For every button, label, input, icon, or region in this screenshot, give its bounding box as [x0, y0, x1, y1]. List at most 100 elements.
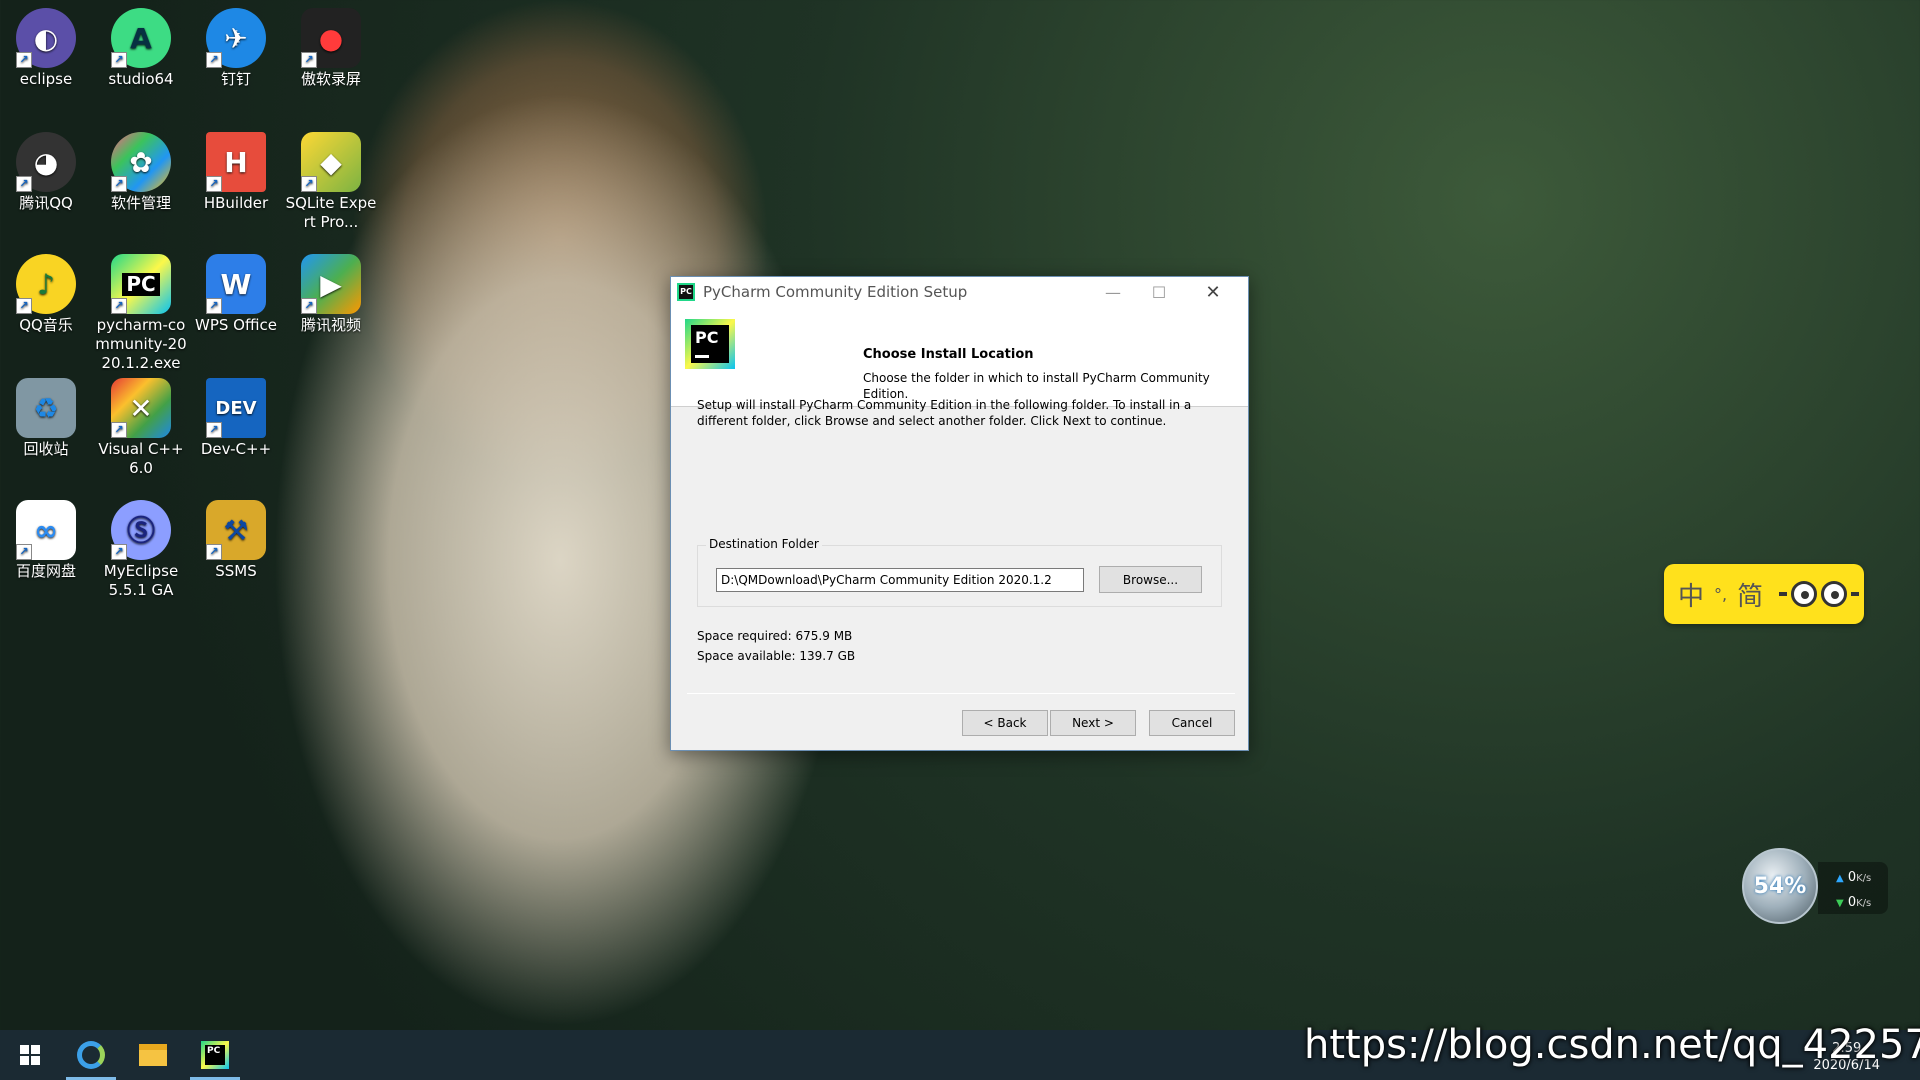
android-studio-icon: A ↗	[111, 8, 171, 68]
dev-cpp-icon: DEV ↗	[206, 378, 266, 438]
desktop-icon-tencent-video[interactable]: ▶ ↗ 腾讯视频	[285, 250, 377, 335]
sqlite-expert-icon: ◆ ↗	[301, 132, 361, 192]
memory-usage-ball[interactable]: 54%	[1742, 848, 1818, 924]
baidu-netdisk-icon: ∞ ↗	[16, 500, 76, 560]
cancel-button[interactable]: Cancel	[1149, 710, 1235, 736]
back-button[interactable]: < Back	[962, 710, 1048, 736]
close-icon: ✕	[1205, 281, 1221, 303]
dingtalk-icon: ✈ ↗	[206, 8, 266, 68]
desktop-icon-qq[interactable]: ◕ ↗ 腾讯QQ	[0, 128, 92, 213]
memory-percent: 54%	[1753, 873, 1807, 899]
ime-toolbar[interactable]: 中 °, 简	[1664, 564, 1864, 624]
desktop-icon-label: WPS Office	[195, 316, 277, 334]
desktop-icon-baidu-netdisk[interactable]: ∞ ↗ 百度网盘	[0, 496, 92, 581]
desktop-icon-screen-recorder[interactable]: ● ↗ 傲软录屏	[285, 4, 377, 89]
close-button[interactable]: ✕	[1190, 277, 1236, 307]
desktop-icon-label: 腾讯视频	[300, 316, 361, 334]
tencent-video-icon: ▶ ↗	[301, 254, 361, 314]
desktop-icon-label: 回收站	[23, 440, 69, 458]
instructions-text: Setup will install PyCharm Community Edi…	[697, 398, 1192, 428]
qq-music-icon: ♪ ↗	[16, 254, 76, 314]
ime-punctuation-toggle[interactable]: °,	[1714, 585, 1727, 604]
pycharm-installer-icon: PC ↗	[111, 254, 171, 314]
desktop-icon-visual-cpp[interactable]: ✕ ↗ Visual C++ 6.0	[95, 374, 187, 478]
desktop-icon-eclipse[interactable]: ◐ ↗ eclipse	[0, 4, 92, 89]
pycharm-taskbar-icon: PC	[201, 1041, 229, 1069]
desktop-icon-myeclipse[interactable]: Ⓢ ↗ MyEclipse 5.5.1 GA	[95, 496, 187, 600]
desktop-icon-label: 钉钉	[220, 70, 251, 88]
space-available-text: Space available: 139.7 GB	[697, 649, 856, 663]
desktop-icon-sqlite-expert[interactable]: ◆ ↗ SQLite Expert Pro...	[285, 128, 377, 232]
desktop-icon-label: 软件管理	[110, 194, 171, 212]
space-required-text: Space required: 675.9 MB	[697, 629, 853, 643]
desktop-icon-label: HBuilder	[203, 194, 269, 212]
dialog-titlebar[interactable]: PC PyCharm Community Edition Setup — ☐ ✕	[671, 277, 1248, 307]
hbuilder-icon: H ↗	[206, 132, 266, 192]
ime-mode-toggle[interactable]: 中	[1678, 576, 1704, 613]
ssms-icon: ⚒ ↗	[206, 500, 266, 560]
folder-icon	[139, 1044, 167, 1066]
footer-divider	[687, 693, 1235, 694]
next-button[interactable]: Next >	[1050, 710, 1136, 736]
ime-mascot-icon	[1779, 581, 1860, 607]
minimize-button[interactable]: —	[1090, 277, 1136, 307]
desktop-icon-label: QQ音乐	[19, 316, 73, 334]
maximize-button: ☐	[1136, 277, 1182, 307]
desktop-icon-ssms[interactable]: ⚒ ↗ SSMS	[190, 496, 282, 581]
minimize-icon: —	[1105, 282, 1121, 302]
desktop-icon-dingtalk[interactable]: ✈ ↗ 钉钉	[190, 4, 282, 89]
network-speed-panel: ▲ 0K/s ▼ 0K/s	[1818, 862, 1888, 914]
desktop-icon-qq-music[interactable]: ♪ ↗ QQ音乐	[0, 250, 92, 335]
upload-arrow-icon: ▲	[1836, 873, 1844, 884]
windows-logo-icon	[20, 1045, 40, 1065]
desktop-icon-label: 百度网盘	[15, 562, 76, 580]
desktop-icon-label: MyEclipse 5.5.1 GA	[103, 562, 179, 599]
maximize-icon: ☐	[1151, 282, 1167, 302]
destination-folder-group: Destination Folder Browse...	[697, 537, 1222, 607]
recycle-bin-icon: ♻	[16, 378, 76, 438]
desktop-icon-label: eclipse	[19, 70, 73, 88]
desktop-icon-label: pycharm-community-2020.1.2.exe	[95, 316, 187, 372]
myeclipse-icon: Ⓢ ↗	[111, 500, 171, 560]
visual-cpp-icon: ✕ ↗	[111, 378, 171, 438]
taskbar-file-explorer[interactable]	[122, 1030, 184, 1080]
desktop-icon-recycle-bin[interactable]: ♻ 回收站	[0, 374, 92, 459]
desktop-icon-label: studio64	[108, 70, 174, 88]
desktop-icon-label: Visual C++ 6.0	[98, 440, 184, 477]
csdn-watermark: https://blog.csdn.net/qq_42257666	[1304, 1022, 1920, 1068]
desktop-icon-label: SQLite Expert Pro...	[285, 194, 377, 231]
upload-speed: 0	[1847, 870, 1857, 885]
dialog-header: PC Choose Install Location Choose the fo…	[671, 307, 1248, 407]
download-speed: 0	[1847, 895, 1857, 910]
header-title: Choose Install Location	[863, 347, 1034, 362]
desktop-icon-pycharm-installer[interactable]: PC ↗ pycharm-community-2020.1.2.exe	[95, 250, 187, 373]
taskbar-edge[interactable]	[60, 1030, 122, 1080]
desktop-icon-label: Dev-C++	[200, 440, 272, 458]
desktop-icon-dev-cpp[interactable]: DEV ↗ Dev-C++	[190, 374, 282, 459]
wps-office-icon: W ↗	[206, 254, 266, 314]
desktop-icon-wps-office[interactable]: W ↗ WPS Office	[190, 250, 282, 335]
download-arrow-icon: ▼	[1836, 898, 1844, 909]
pycharm-app-icon: PC	[677, 283, 695, 301]
desktop-icon-studio64[interactable]: A ↗ studio64	[95, 4, 187, 89]
destination-folder-input[interactable]	[716, 568, 1084, 592]
start-button[interactable]	[0, 1030, 60, 1080]
taskbar-pycharm-setup[interactable]: PC	[184, 1030, 246, 1080]
qq-penguin-icon: ◕ ↗	[16, 132, 76, 192]
desktop-icon-label: SSMS	[215, 562, 257, 580]
destination-folder-label: Destination Folder	[706, 537, 822, 551]
desktop-icon-software-manager[interactable]: ✿ ↗ 软件管理	[95, 128, 187, 213]
network-speed-widget[interactable]: 54% ▲ 0K/s ▼ 0K/s	[1742, 848, 1888, 924]
pycharm-logo-icon: PC	[685, 319, 735, 369]
desktop-icon-hbuilder[interactable]: H ↗ HBuilder	[190, 128, 282, 213]
edge-browser-icon	[77, 1041, 105, 1069]
dialog-title: PyCharm Community Edition Setup	[703, 283, 968, 301]
eclipse-icon: ◐ ↗	[16, 8, 76, 68]
screen-recorder-icon: ● ↗	[301, 8, 361, 68]
desktop-icons: ◐ ↗ eclipse ◕ ↗ 腾讯QQ ♪ ↗ QQ音乐 ♻ 回收站 ∞ ↗ 百度网盘…	[0, 0, 400, 1020]
software-manager-icon: ✿ ↗	[111, 132, 171, 192]
ime-simplified-toggle[interactable]: 简	[1737, 576, 1763, 613]
browse-button[interactable]: Browse...	[1099, 566, 1202, 593]
desktop-icon-label: 腾讯QQ	[19, 194, 73, 212]
desktop-icon-label: 傲软录屏	[300, 70, 361, 88]
